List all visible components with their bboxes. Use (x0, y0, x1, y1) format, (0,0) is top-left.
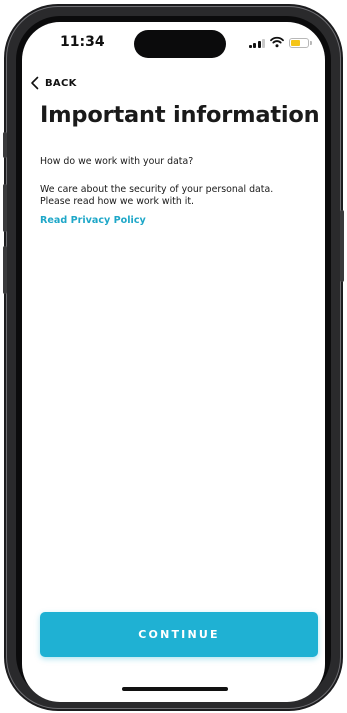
chevron-left-icon (31, 76, 39, 90)
dynamic-island (134, 30, 226, 58)
home-indicator (122, 687, 228, 691)
status-bar: 11:34 (22, 22, 325, 72)
privacy-policy-link[interactable]: Read Privacy Policy (40, 215, 146, 226)
wifi-icon (270, 36, 284, 48)
status-time: 11:34 (60, 34, 105, 50)
volume-up-button (3, 184, 7, 232)
continue-button[interactable]: CONTINUE (40, 612, 318, 657)
security-text-line1: We care about the security of your perso… (40, 184, 274, 195)
status-icons (248, 36, 312, 48)
volume-down-button (3, 246, 7, 294)
page-title: Important information (40, 102, 320, 128)
security-text-line2: Please read how we work with it. (40, 196, 195, 207)
silent-switch (3, 132, 7, 158)
battery-level (291, 40, 300, 46)
data-question-text: How do we work with your data? (40, 156, 194, 167)
back-label: BACK (45, 77, 77, 89)
back-button[interactable]: BACK (30, 76, 77, 90)
app-screen: 11:34 BACK Important information How do … (22, 22, 325, 702)
signal-icon (248, 38, 265, 48)
power-button (340, 210, 344, 282)
battery-icon (289, 38, 312, 48)
